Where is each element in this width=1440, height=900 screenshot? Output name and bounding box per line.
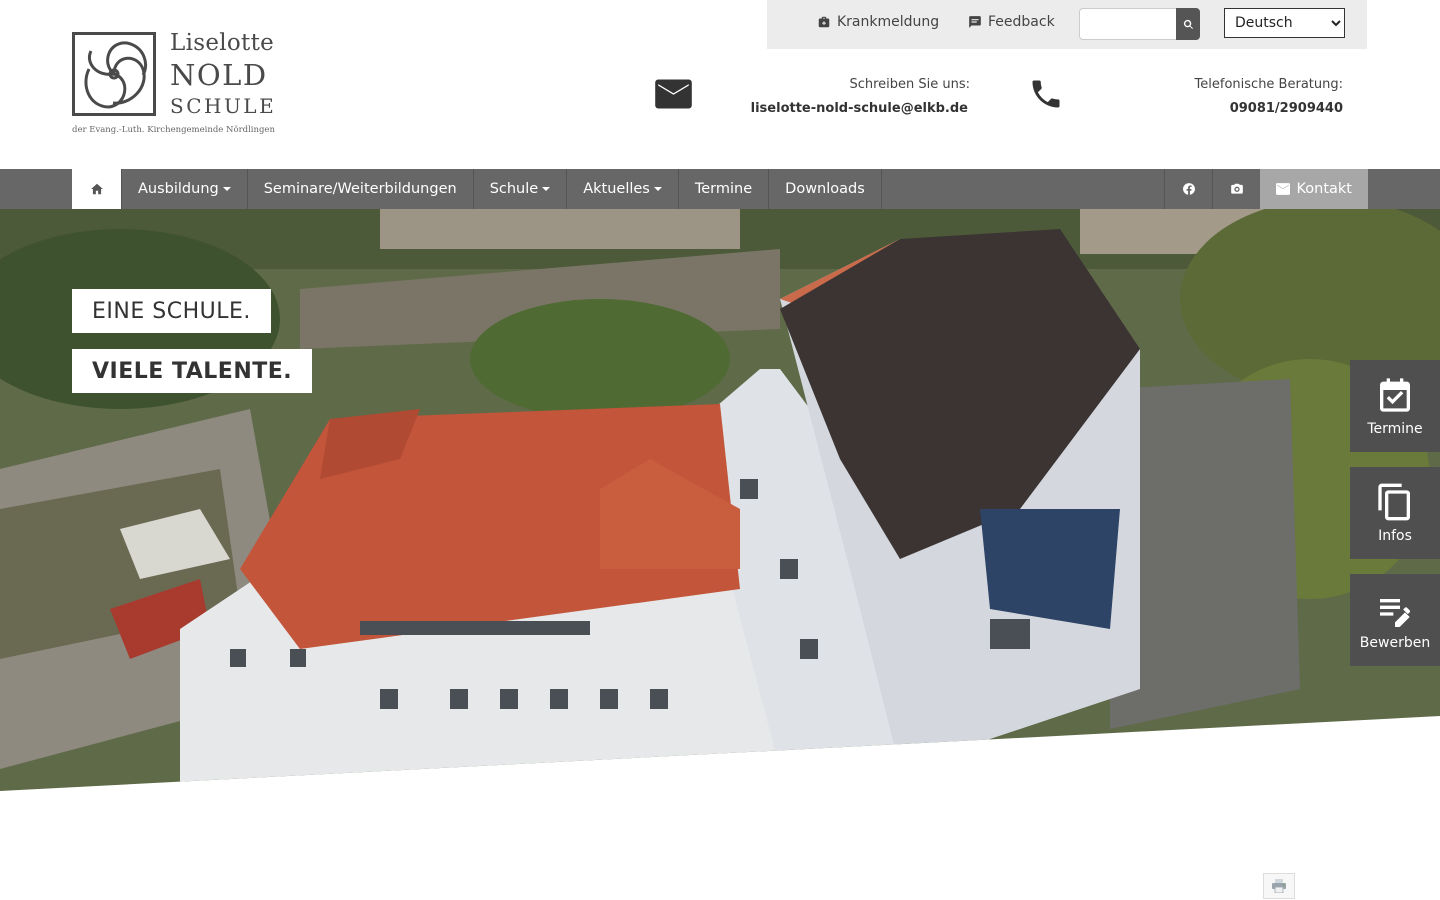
phone-icon: [1028, 76, 1064, 116]
feedback-label: Feedback: [988, 14, 1055, 30]
kontakt-label: Kontakt: [1296, 181, 1352, 197]
nav-menu: Ausbildung Seminare/Weiterbildungen Schu…: [72, 169, 882, 209]
calendar-check-icon: [1380, 378, 1410, 412]
nav-label: Seminare/Weiterbildungen: [263, 181, 457, 197]
mail-icon: [1276, 183, 1291, 195]
mail-address-link[interactable]: liselotte-nold-schule@elkb.de: [740, 101, 968, 116]
nav-social: Kontakt: [1164, 169, 1368, 209]
logo-spiral-icon: [84, 41, 148, 109]
side-termine-button[interactable]: Termine: [1350, 360, 1440, 452]
nav-label: Termine: [694, 181, 753, 197]
phone-label: Telefonische Beratung:: [1194, 77, 1343, 92]
documents-icon: [1378, 483, 1410, 521]
instagram-link[interactable]: [1212, 169, 1260, 209]
medical-bag-icon: [818, 16, 830, 28]
nav-label: Schule: [489, 181, 539, 197]
nav-home[interactable]: [72, 169, 122, 209]
logo-last-name: NOLD: [170, 58, 268, 92]
logo-first-name: Liselotte: [170, 30, 275, 56]
search-box: [1079, 8, 1200, 40]
logo-subline: der Evang.-Luth. Kirchengemeinde Nördlin…: [72, 125, 275, 135]
nav-item-ausbildung[interactable]: Ausbildung: [122, 169, 248, 209]
nav-item-seminare[interactable]: Seminare/Weiterbildungen: [248, 169, 474, 209]
feedback-link[interactable]: Feedback: [968, 14, 1055, 30]
facebook-icon: [1183, 183, 1195, 195]
search-input[interactable]: [1079, 8, 1176, 40]
nav-label: Ausbildung: [138, 181, 219, 197]
nav-label: Downloads: [785, 181, 865, 197]
sick-note-label: Krankmeldung: [837, 14, 940, 30]
edit-list-icon: [1380, 599, 1410, 627]
side-infos-label: Infos: [1378, 528, 1412, 544]
nav-item-downloads[interactable]: Downloads: [769, 169, 882, 209]
side-infos-button[interactable]: Infos: [1350, 467, 1440, 559]
search-icon: [1183, 19, 1193, 29]
side-bewerben-button[interactable]: Bewerben: [1350, 574, 1440, 666]
phone-number-link[interactable]: 09081/2909440: [1140, 101, 1343, 116]
facebook-link[interactable]: [1164, 169, 1212, 209]
search-button[interactable]: [1176, 8, 1200, 40]
side-termine-label: Termine: [1367, 421, 1423, 437]
home-icon: [90, 183, 103, 195]
feedback-icon: [969, 16, 981, 28]
nav-item-aktuelles[interactable]: Aktuelles: [567, 169, 679, 209]
mail-icon: [655, 78, 692, 114]
hero-tagline-2: VIELE TALENTE.: [72, 349, 313, 393]
main-navigation: Ausbildung Seminare/Weiterbildungen Schu…: [0, 169, 1440, 209]
nav-item-termine[interactable]: Termine: [679, 169, 770, 209]
mail-label: Schreiben Sie uns:: [849, 77, 970, 92]
school-logo[interactable]: Liselotte NOLD SCHULE der Evang.-Luth. K…: [72, 30, 275, 140]
camera-icon: [1231, 183, 1243, 194]
logo-emblem: [72, 32, 156, 116]
print-icon: [1272, 879, 1286, 893]
nav-kontakt[interactable]: Kontakt: [1260, 169, 1368, 209]
nav-item-schule[interactable]: Schule: [474, 169, 568, 209]
language-select[interactable]: Deutsch: [1224, 8, 1345, 38]
logo-school: SCHULE: [170, 94, 277, 118]
caret-down-icon: [222, 187, 231, 191]
hero-tagline-1: EINE SCHULE.: [72, 289, 271, 333]
caret-down-icon: [542, 187, 551, 191]
print-button[interactable]: [1263, 873, 1295, 899]
nav-label: Aktuelles: [583, 181, 650, 197]
caret-down-icon: [653, 187, 662, 191]
side-bewerben-label: Bewerben: [1359, 635, 1431, 651]
utility-bar: Krankmeldung Feedback Deutsch: [767, 0, 1367, 49]
sick-note-link[interactable]: Krankmeldung: [817, 14, 939, 30]
hero-banner: EINE SCHULE. VIELE TALENTE.: [0, 209, 1440, 791]
